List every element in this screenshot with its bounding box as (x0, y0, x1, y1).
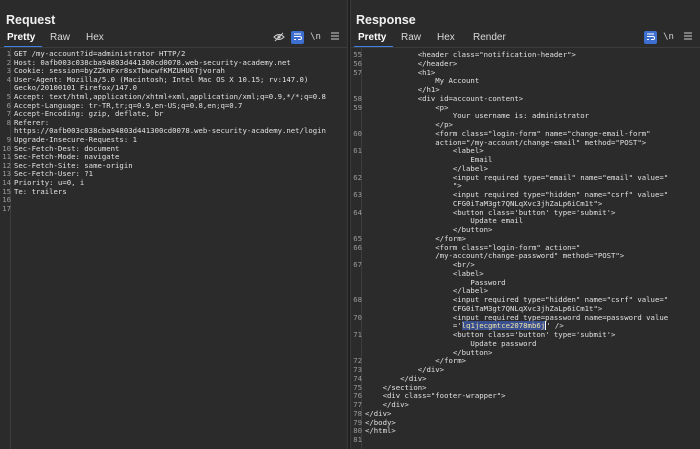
response-title: Response (356, 13, 416, 27)
eye-off-icon[interactable] (272, 31, 285, 44)
request-tab-hex[interactable]: Hex (86, 32, 104, 43)
response-editor[interactable]: 55 <header class="notification-header"> 5… (351, 47, 700, 449)
request-code-line: Te: trailers (14, 186, 67, 196)
request-tab-raw[interactable]: Raw (50, 32, 70, 43)
hamburger-menu-icon[interactable] (681, 31, 694, 44)
request-line-number: 4 (6, 74, 11, 84)
newline-toggle[interactable]: \n (309, 31, 322, 44)
response-tab-hex[interactable]: Hex (437, 32, 455, 43)
response-tab-raw[interactable]: Raw (401, 32, 421, 43)
hamburger-menu-icon[interactable] (328, 31, 341, 44)
response-line-number: 67 (353, 260, 362, 269)
response-line-number: 66 (353, 242, 362, 252)
response-line-number: 70 (353, 312, 362, 322)
response-line-number: 68 (353, 295, 362, 304)
selected-password-value[interactable]: lq1jecgmtce2078mb6j (461, 321, 546, 331)
response-tab-pretty[interactable]: Pretty (358, 32, 386, 43)
response-line-number: 64 (353, 207, 362, 217)
response-code-line: </html> (365, 426, 396, 436)
response-line-number: 60 (353, 128, 362, 138)
response-line-number: 71 (353, 330, 362, 339)
wrap-lines-icon[interactable] (644, 31, 657, 44)
newline-toggle[interactable]: \n (662, 31, 675, 44)
response-line-number: 81 (353, 435, 362, 444)
response-tab-render[interactable]: Render (473, 32, 506, 43)
request-line-number: 17 (2, 203, 11, 213)
response-line-number: 61 (353, 146, 362, 156)
request-title: Request (6, 13, 56, 27)
response-line-number: 57 (353, 67, 362, 77)
request-tabbar: Pretty Raw Hex \n (0, 30, 347, 48)
request-pane: Request Pretty Raw Hex \n 1 GET /my-accou… (0, 0, 347, 449)
request-line-number: 8 (6, 117, 11, 127)
wrap-lines-icon[interactable] (291, 31, 304, 44)
request-tab-pretty[interactable]: Pretty (7, 32, 35, 43)
response-line-number: 59 (353, 102, 362, 112)
text-caret (545, 321, 547, 331)
response-line-number: 62 (353, 172, 362, 182)
response-tabbar: Pretty Raw Hex Render \n (351, 30, 700, 48)
request-editor[interactable]: 1 GET /my-account?id=administrator HTTP/2… (0, 47, 347, 449)
response-line-number: 63 (353, 190, 362, 199)
response-pane: Response Pretty Raw Hex Render \n 55 <he… (351, 0, 700, 449)
